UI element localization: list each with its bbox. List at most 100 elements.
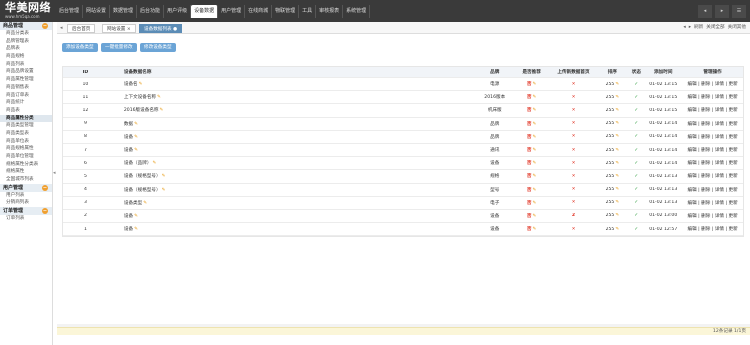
edit-pencil-icon[interactable]: ✎	[533, 95, 537, 100]
row-new-flag[interactable]: ✕	[551, 134, 597, 139]
status-check-icon[interactable]: ✓	[628, 200, 644, 205]
nav-item[interactable]: 审核报表	[316, 5, 344, 18]
close-others-button[interactable]: 关闭其他	[728, 24, 746, 32]
row-sort[interactable]: 255✎	[596, 148, 628, 153]
edit-pencil-icon[interactable]: ✎	[160, 108, 164, 113]
row-sort[interactable]: 255✎	[596, 187, 628, 192]
edit-pencil-icon[interactable]: ✎	[134, 148, 138, 153]
nav-item[interactable]: 后台功能	[137, 5, 165, 18]
row-recommend[interactable]: 否✎	[513, 226, 551, 232]
row-actions[interactable]: 编辑 | 删除 | 详情 | 更新	[682, 107, 743, 113]
row-recommend[interactable]: 否✎	[513, 121, 551, 127]
edit-pencil-icon[interactable]: ✎	[162, 174, 166, 179]
tab-site-settings[interactable]: 网站设置 ×	[102, 24, 136, 33]
sidebar-section-users[interactable]: 用户管理 −	[0, 183, 52, 192]
row-recommend[interactable]: 否✎	[513, 81, 551, 87]
row-new-flag[interactable]: ✕	[551, 227, 597, 232]
edit-pencil-icon[interactable]: ✎	[533, 201, 537, 206]
row-actions[interactable]: 编辑 | 删除 | 详情 | 更新	[682, 160, 743, 166]
edit-pencil-icon[interactable]: ✎	[533, 135, 537, 140]
row-sort[interactable]: 255✎	[596, 82, 628, 87]
sidebar-item[interactable]: 商品统计	[0, 99, 52, 107]
edit-pencil-icon[interactable]: ✎	[533, 188, 537, 193]
sidebar-item[interactable]: 商品规格属性	[0, 145, 52, 153]
sidebar-item[interactable]: 分销商列表	[0, 199, 52, 207]
row-actions[interactable]: 编辑 | 删除 | 详情 | 更新	[682, 121, 743, 127]
menu-icon[interactable]: ☰	[732, 5, 746, 18]
row-actions[interactable]: 编辑 | 删除 | 详情 | 更新	[682, 81, 743, 87]
edit-pencil-icon[interactable]: ✎	[533, 82, 537, 87]
status-check-icon[interactable]: ✓	[628, 108, 644, 113]
sidebar-item[interactable]: 商品销售表	[0, 84, 52, 92]
status-check-icon[interactable]: ✓	[628, 174, 644, 179]
tab-prev-button[interactable]: ◂	[683, 24, 685, 32]
row-recommend[interactable]: 否✎	[513, 200, 551, 206]
nav-item[interactable]: 用户评级	[164, 5, 192, 18]
close-all-button[interactable]: 关闭全部	[706, 24, 724, 32]
status-check-icon[interactable]: ✓	[628, 213, 644, 218]
sidebar-item[interactable]: 商品品牌设置	[0, 68, 52, 76]
sidebar-section-goods[interactable]: 商品管理 −	[0, 22, 52, 30]
row-sort[interactable]: 255✎	[596, 174, 628, 179]
status-check-icon[interactable]: ✓	[628, 121, 644, 126]
nav-item[interactable]: 后台管理	[56, 5, 84, 18]
edit-pencil-icon[interactable]: ✎	[615, 227, 619, 232]
sidebar-item[interactable]: 商品表	[0, 107, 52, 115]
nav-item[interactable]: 数据管理	[110, 5, 138, 18]
row-new-flag[interactable]: ✕	[551, 174, 597, 179]
row-recommend[interactable]: 否✎	[513, 187, 551, 193]
sidebar-item[interactable]: 订单列表	[0, 215, 52, 223]
sidebar-item[interactable]: 商品类型管理	[0, 122, 52, 130]
row-sort[interactable]: 255✎	[596, 213, 628, 218]
row-actions[interactable]: 编辑 | 删除 | 详情 | 更新	[682, 134, 743, 140]
row-sort[interactable]: 255✎	[596, 227, 628, 232]
row-new-flag[interactable]: 2	[551, 213, 597, 218]
edit-pencil-icon[interactable]: ✎	[533, 148, 537, 153]
edit-pencil-icon[interactable]: ✎	[152, 161, 156, 166]
row-actions[interactable]: 编辑 | 删除 | 详情 | 更新	[682, 187, 743, 193]
status-check-icon[interactable]: ✓	[628, 134, 644, 139]
sidebar-item[interactable]: 商品单位表	[0, 138, 52, 146]
prev-icon[interactable]: ◂	[698, 5, 712, 18]
edit-pencil-icon[interactable]: ✎	[615, 108, 619, 113]
sidebar-item[interactable]: 全国城市列表	[0, 176, 52, 184]
collapse-icon[interactable]: −	[42, 208, 48, 215]
sidebar-item[interactable]: 商品属性管理	[0, 76, 52, 84]
edit-pencil-icon[interactable]: ✎	[139, 82, 143, 87]
row-new-flag[interactable]: ✕	[551, 148, 597, 153]
edit-pencil-icon[interactable]: ✎	[143, 201, 147, 206]
sidebar-item[interactable]: 商品属性分类	[0, 114, 52, 123]
tab-next-button[interactable]: ▸	[689, 24, 691, 32]
edit-pencil-icon[interactable]: ✎	[615, 121, 619, 126]
edit-pencil-icon[interactable]: ✎	[615, 161, 619, 166]
edit-pencil-icon[interactable]: ✎	[533, 227, 537, 232]
edit-pencil-icon[interactable]: ✎	[533, 108, 537, 113]
sidebar-item[interactable]: 商品分类表	[0, 30, 52, 38]
edit-pencil-icon[interactable]: ✎	[615, 134, 619, 139]
row-new-flag[interactable]: ✕	[551, 95, 597, 100]
collapse-icon[interactable]: −	[42, 23, 48, 29]
edit-pencil-icon[interactable]: ✎	[615, 200, 619, 205]
row-recommend[interactable]: 否✎	[513, 94, 551, 100]
row-actions[interactable]: 编辑 | 删除 | 详情 | 更新	[682, 226, 743, 232]
row-actions[interactable]: 编辑 | 删除 | 详情 | 更新	[682, 200, 743, 206]
row-actions[interactable]: 编辑 | 删除 | 详情 | 更新	[682, 147, 743, 153]
row-new-flag[interactable]: ✕	[551, 161, 597, 166]
next-icon[interactable]: ▸	[715, 5, 729, 18]
nav-item[interactable]: 物联管理	[272, 5, 300, 18]
sidebar-item[interactable]: 商品类型表	[0, 130, 52, 138]
nav-item[interactable]: 设备数据	[191, 5, 219, 18]
tab-home[interactable]: 后台首页	[67, 24, 96, 33]
row-sort[interactable]: 255✎	[596, 200, 628, 205]
edit-pencil-icon[interactable]: ✎	[533, 161, 537, 166]
edit-pencil-icon[interactable]: ✎	[162, 188, 166, 193]
status-check-icon[interactable]: ✓	[628, 148, 644, 153]
sidebar-item[interactable]: 品牌管理表	[0, 38, 52, 46]
edit-pencil-icon[interactable]: ✎	[615, 213, 619, 218]
status-check-icon[interactable]: ✓	[628, 82, 644, 87]
row-recommend[interactable]: 否✎	[513, 213, 551, 219]
nav-item[interactable]: 网站设置	[83, 5, 111, 18]
edit-device-type-button[interactable]: 修改设备类型	[140, 43, 176, 52]
edit-pencil-icon[interactable]: ✎	[134, 122, 138, 127]
sidebar-item[interactable]: 品牌表	[0, 45, 52, 53]
